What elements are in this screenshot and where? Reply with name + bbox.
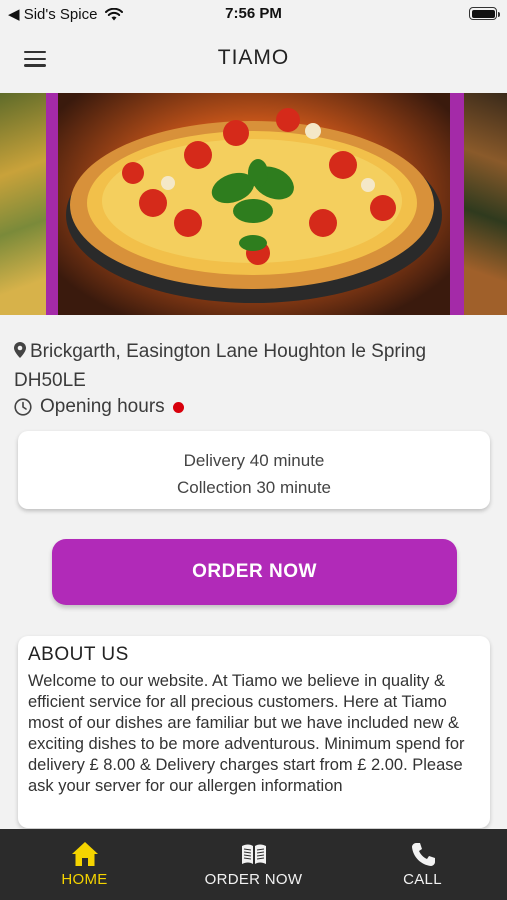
restaurant-address: Brickgarth, Easington Lane Houghton le S… bbox=[14, 337, 494, 395]
tab-home-label: HOME bbox=[61, 871, 108, 888]
phone-icon bbox=[411, 843, 435, 866]
order-now-button[interactable]: ORDER NOW bbox=[52, 539, 457, 605]
status-bar: ◀ Sid's Spice 7:56 PM bbox=[0, 0, 507, 28]
previous-slide-image bbox=[0, 93, 46, 315]
page-title: TIAMO bbox=[217, 46, 290, 69]
slide-border-left bbox=[46, 93, 58, 315]
collection-time: Collection 30 minute bbox=[176, 478, 332, 497]
opening-hours[interactable]: Opening hours bbox=[14, 396, 184, 418]
delivery-info-card: Delivery 40 minute Collection 30 minute bbox=[18, 431, 490, 509]
opening-hours-label: Opening hours bbox=[40, 396, 165, 417]
clock-icon bbox=[14, 398, 32, 416]
pizza-banner-image bbox=[58, 93, 450, 315]
navigation-bar: TIAMO bbox=[0, 28, 507, 92]
tab-home[interactable]: HOME bbox=[0, 829, 169, 900]
closed-status-dot bbox=[172, 401, 184, 413]
slide-border-right bbox=[450, 93, 464, 315]
tab-order-now-label: ORDER NOW bbox=[204, 871, 303, 888]
home-icon bbox=[71, 842, 98, 866]
about-us-card: ABOUT US Welcome to our website. At Tiam… bbox=[18, 636, 490, 828]
pizza-illustration bbox=[66, 108, 442, 303]
address-text: Brickgarth, Easington Lane Houghton le S… bbox=[14, 341, 427, 391]
next-slide-image bbox=[464, 93, 507, 315]
menu-book-icon bbox=[241, 844, 266, 864]
tab-call-label: CALL bbox=[403, 871, 442, 888]
tab-call[interactable]: CALL bbox=[338, 829, 507, 900]
delivery-time: Delivery 40 minute bbox=[183, 451, 325, 470]
location-pin-icon bbox=[14, 342, 26, 358]
about-us-text: Welcome to our website. At Tiamo we beli… bbox=[28, 672, 465, 795]
clock-time: 7:56 PM bbox=[225, 5, 282, 22]
battery-icon bbox=[469, 7, 500, 20]
about-us-title: ABOUT US bbox=[28, 644, 129, 665]
tab-order-now[interactable]: ORDER NOW bbox=[169, 829, 338, 900]
hero-carousel[interactable] bbox=[0, 93, 507, 315]
bottom-tab-bar: HOME ORDER NOW CALL bbox=[0, 829, 507, 900]
